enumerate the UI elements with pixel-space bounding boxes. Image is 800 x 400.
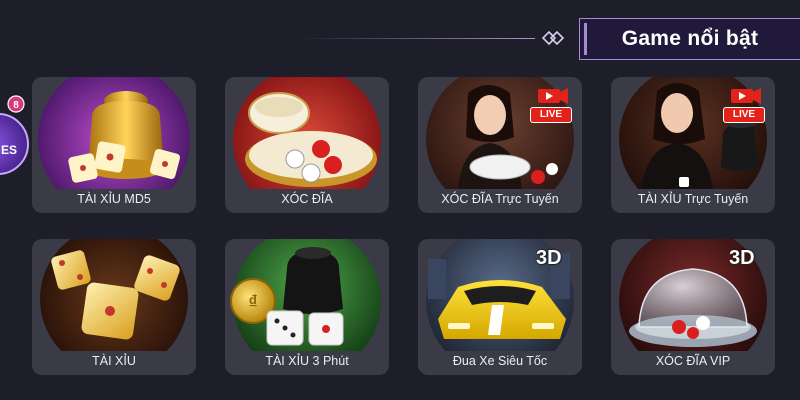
game-thumbnail	[32, 239, 196, 351]
game-card-tai-xiu-3-phut[interactable]: ₫ TÀI XỈU 3 Phút	[225, 239, 389, 375]
header-divider-line	[300, 38, 535, 39]
3d-badge: 3D	[729, 247, 755, 269]
diamond-ornament-icon	[541, 30, 565, 46]
partial-game-badge[interactable]: 8 ES	[0, 92, 32, 178]
live-badge: LIVE	[723, 107, 765, 123]
badge-partial-text: ES	[1, 143, 17, 157]
section-title-banner: Game nổi bật	[579, 18, 800, 60]
game-thumbnail: ₫	[225, 239, 389, 351]
game-label: TÀI XỈU 3 Phút	[265, 354, 349, 368]
game-label: TÀI XỈU	[92, 354, 136, 368]
game-card-dua-xe-sieu-toc[interactable]: 3D Đua Xe Siêu Tốc	[418, 239, 582, 375]
game-label: TÀI XỈU MD5	[77, 192, 151, 206]
3d-badge: 3D	[536, 247, 562, 269]
game-card-tai-xiu[interactable]: TÀI XỈU	[32, 239, 196, 375]
game-card-xoc-dia-vip[interactable]: 3D XÓC ĐĨA VIP	[611, 239, 775, 375]
game-card-xoc-dia[interactable]: XÓC ĐĨA	[225, 77, 389, 213]
live-badge: LIVE	[530, 107, 572, 123]
game-label: XÓC ĐĨA	[281, 192, 333, 206]
game-card-tai-xiu-truc-tuyen[interactable]: LIVE TÀI XỈU Trực Tuyến	[611, 77, 775, 213]
section-title: Game nổi bật	[621, 27, 759, 50]
game-card-xoc-dia-truc-tuyen[interactable]: LIVE XÓC ĐĨA Trực Tuyến	[418, 77, 582, 213]
game-thumbnail	[32, 77, 196, 189]
game-thumbnail	[225, 77, 389, 189]
game-card-tai-xiu-md5[interactable]: TÀI XỈU MD5	[32, 77, 196, 213]
svg-text:₫: ₫	[248, 292, 257, 312]
game-label: Đua Xe Siêu Tốc	[452, 354, 548, 368]
game-label: XÓC ĐĨA VIP	[655, 354, 731, 368]
game-label: XÓC ĐĨA Trực Tuyến	[441, 192, 559, 206]
badge-count: 8	[13, 100, 19, 111]
game-label: TÀI XỈU Trực Tuyến	[637, 192, 749, 206]
